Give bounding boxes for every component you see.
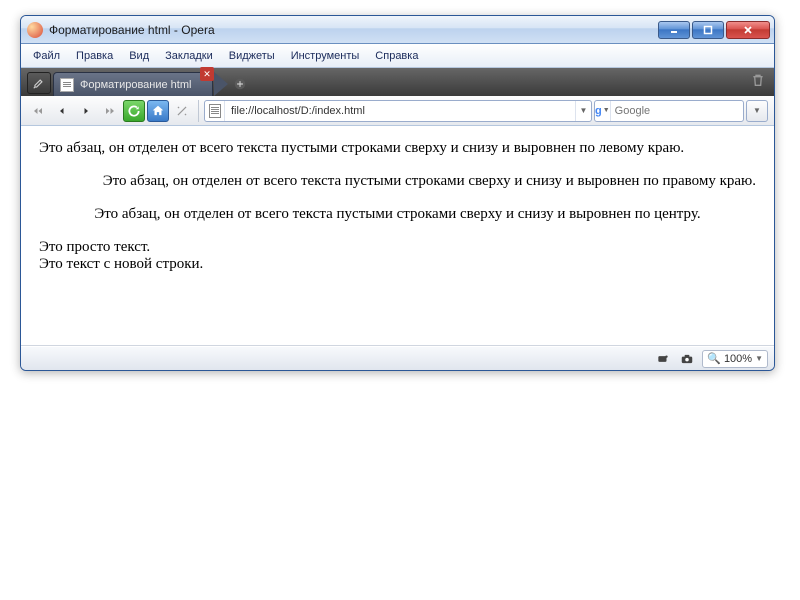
separator xyxy=(198,100,199,122)
paragraph-center: Это абзац, он отделен от всего текста пу… xyxy=(39,206,756,223)
maximize-button[interactable] xyxy=(692,21,724,39)
menu-bookmarks[interactable]: Закладки xyxy=(157,47,221,65)
new-tab-button[interactable] xyxy=(228,72,252,96)
magnifier-icon: 🔍 xyxy=(707,352,721,365)
camera-icon[interactable] xyxy=(678,350,696,368)
paragraph-left: Это абзац, он отделен от всего текста пу… xyxy=(39,140,756,157)
minimize-button[interactable] xyxy=(658,21,690,39)
google-icon: g xyxy=(595,105,602,117)
address-input[interactable] xyxy=(225,105,575,117)
tab-active[interactable]: Форматирование html ✕ xyxy=(53,72,213,96)
titlebar: Форматирование html - Opera xyxy=(21,16,774,44)
address-bar[interactable]: ▼ xyxy=(204,100,592,122)
tabbar: Форматирование html ✕ xyxy=(21,68,774,96)
menu-file[interactable]: Файл xyxy=(25,47,68,65)
zoom-control[interactable]: 🔍 100% ▼ xyxy=(702,350,768,368)
menu-widgets[interactable]: Виджеты xyxy=(221,47,283,65)
document-icon xyxy=(60,78,74,92)
page-content: Это абзац, он отделен от всего текста пу… xyxy=(21,126,774,346)
search-engine-button[interactable]: g ▼ xyxy=(595,101,611,121)
window-title: Форматирование html - Opera xyxy=(49,23,658,37)
tools-button[interactable] xyxy=(27,72,51,94)
tab-edge xyxy=(214,72,228,96)
navbar: ▼ g ▼ ▼ xyxy=(21,96,774,126)
zoom-dropdown[interactable]: ▼ xyxy=(755,354,763,363)
turbo-icon[interactable] xyxy=(654,350,672,368)
tab-label: Форматирование html xyxy=(80,79,206,91)
statusbar: 🔍 100% ▼ xyxy=(21,346,774,370)
rewind-button[interactable] xyxy=(27,100,49,122)
search-bar[interactable]: g ▼ xyxy=(594,100,744,122)
menu-help[interactable]: Справка xyxy=(367,47,426,65)
closed-tabs-button[interactable] xyxy=(750,72,768,90)
wand-button[interactable] xyxy=(171,100,193,122)
zoom-value: 100% xyxy=(724,353,752,365)
page-icon[interactable] xyxy=(205,101,225,121)
forward-button[interactable] xyxy=(75,100,97,122)
menu-view[interactable]: Вид xyxy=(121,47,157,65)
fast-forward-button[interactable] xyxy=(99,100,121,122)
menubar: Файл Правка Вид Закладки Виджеты Инструм… xyxy=(21,44,774,68)
menu-tools[interactable]: Инструменты xyxy=(283,47,368,65)
address-dropdown[interactable]: ▼ xyxy=(575,101,591,121)
plain-text-2: Это текст с новой строки. xyxy=(39,256,756,273)
browser-window: Форматирование html - Opera Файл Правка … xyxy=(20,15,775,371)
menu-edit[interactable]: Правка xyxy=(68,47,121,65)
view-dropdown-button[interactable]: ▼ xyxy=(746,100,768,122)
paragraph-right: Это абзац, он отделен от всего текста пу… xyxy=(39,173,756,190)
close-button[interactable] xyxy=(726,21,770,39)
search-input[interactable] xyxy=(611,105,761,117)
close-tab-button[interactable]: ✕ xyxy=(200,67,214,81)
opera-icon xyxy=(27,22,43,38)
reload-button[interactable] xyxy=(123,100,145,122)
window-controls xyxy=(658,21,770,39)
home-button[interactable] xyxy=(147,100,169,122)
back-button[interactable] xyxy=(51,100,73,122)
plain-text-1: Это просто текст. xyxy=(39,239,756,256)
